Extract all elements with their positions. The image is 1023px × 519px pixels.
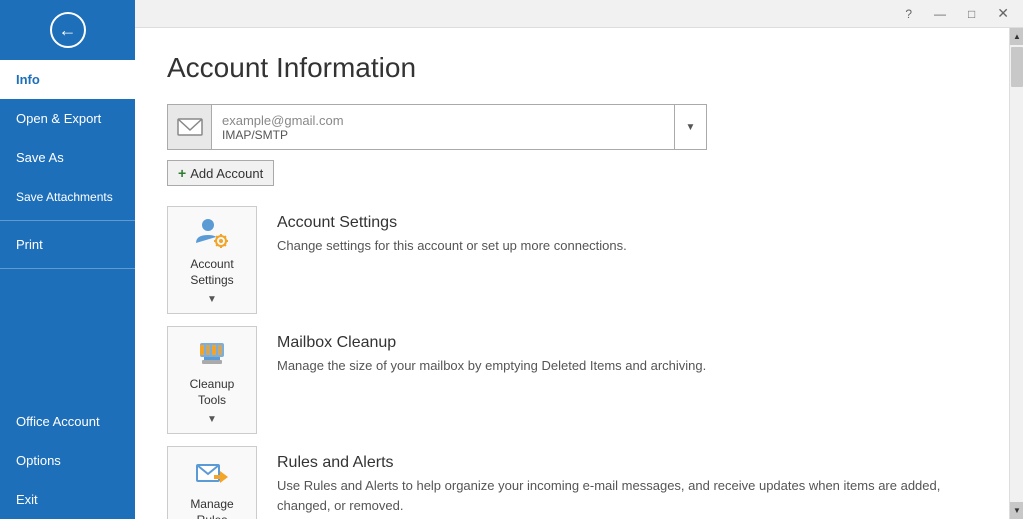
add-account-label: Add Account xyxy=(190,166,263,181)
rules-alerts-description: Rules and Alerts Use Rules and Alerts to… xyxy=(257,446,977,519)
sidebar-item-save-attachments-label: Save Attachments xyxy=(16,190,113,204)
sidebar-item-exit-label: Exit xyxy=(16,492,38,507)
sidebar-item-save-attachments[interactable]: Save Attachments xyxy=(0,177,135,216)
account-settings-dropdown-arrow: ▼ xyxy=(207,294,217,305)
content-scroll: Account Information example@gmail.com IM… xyxy=(135,28,1009,519)
cleanup-tools-icon xyxy=(194,335,230,371)
sidebar: ← Info Open & Export Save As Save Attach… xyxy=(0,0,135,519)
cleanup-tools-section: CleanupTools ▼ Mailbox Cleanup Manage th… xyxy=(167,326,977,434)
account-info: example@gmail.com IMAP/SMTP xyxy=(212,109,674,146)
account-type: IMAP/SMTP xyxy=(222,128,664,142)
cleanup-tools-button[interactable]: CleanupTools ▼ xyxy=(167,326,257,434)
sidebar-item-info[interactable]: Info xyxy=(0,60,135,99)
help-button[interactable]: ? xyxy=(899,5,918,23)
plus-icon: + xyxy=(178,165,186,181)
add-account-button[interactable]: + Add Account xyxy=(167,160,274,186)
account-settings-title: Account Settings xyxy=(277,214,957,232)
sidebar-item-save-as[interactable]: Save As xyxy=(0,138,135,177)
sidebar-item-print-label: Print xyxy=(16,237,43,252)
back-button[interactable]: ← xyxy=(0,0,135,60)
scroll-up-button[interactable]: ▲ xyxy=(1010,28,1023,45)
cleanup-tools-dropdown-arrow: ▼ xyxy=(207,414,217,425)
minimize-button[interactable]: — xyxy=(928,5,952,23)
cleanup-tools-description: Mailbox Cleanup Manage the size of your … xyxy=(257,326,977,384)
sidebar-item-open-export[interactable]: Open & Export xyxy=(0,99,135,138)
rules-alerts-label: Manage Rules& Alerts xyxy=(174,497,250,519)
cleanup-tools-label: CleanupTools xyxy=(190,377,235,408)
account-settings-label: AccountSettings xyxy=(190,257,233,288)
account-settings-section: AccountSettings ▼ Account Settings Chang… xyxy=(167,206,977,314)
account-settings-button[interactable]: AccountSettings ▼ xyxy=(167,206,257,314)
scroll-down-button[interactable]: ▼ xyxy=(1010,502,1023,519)
account-settings-icon xyxy=(194,215,230,251)
rules-alerts-title: Rules and Alerts xyxy=(277,454,957,472)
sidebar-item-open-export-label: Open & Export xyxy=(16,111,101,126)
rules-alerts-button[interactable]: Manage Rules& Alerts xyxy=(167,446,257,519)
cleanup-tools-title: Mailbox Cleanup xyxy=(277,334,957,352)
account-icon xyxy=(176,113,204,141)
title-bar: ? — □ ✕ xyxy=(135,0,1023,28)
main-content: ? — □ ✕ Account Information example@gmai… xyxy=(135,0,1023,519)
sidebar-item-print[interactable]: Print xyxy=(0,225,135,264)
sidebar-item-save-as-label: Save As xyxy=(16,150,64,165)
account-settings-description: Account Settings Change settings for thi… xyxy=(257,206,977,264)
cleanup-tools-desc-text: Manage the size of your mailbox by empty… xyxy=(277,356,957,376)
scroll-thumb[interactable] xyxy=(1011,47,1023,87)
sidebar-item-exit[interactable]: Exit xyxy=(0,480,135,519)
content-area: Account Information example@gmail.com IM… xyxy=(135,28,1023,519)
account-selector[interactable]: example@gmail.com IMAP/SMTP ▼ xyxy=(167,104,707,150)
page-title: Account Information xyxy=(167,52,977,84)
back-arrow-icon: ← xyxy=(59,20,77,41)
rules-alerts-desc-text: Use Rules and Alerts to help organize yo… xyxy=(277,476,957,515)
sidebar-item-options[interactable]: Options xyxy=(0,441,135,480)
sidebar-item-options-label: Options xyxy=(16,453,61,468)
account-settings-desc-text: Change settings for this account or set … xyxy=(277,236,957,256)
rules-alerts-icon xyxy=(194,455,230,491)
back-circle-icon: ← xyxy=(50,12,86,48)
sidebar-item-office-account[interactable]: Office Account xyxy=(0,402,135,441)
rules-alerts-section: Manage Rules& Alerts Rules and Alerts Us… xyxy=(167,446,977,519)
account-dropdown-button[interactable]: ▼ xyxy=(674,105,706,149)
scrollbar[interactable]: ▲ ▼ xyxy=(1009,28,1023,519)
close-button[interactable]: ✕ xyxy=(991,3,1015,24)
account-email: example@gmail.com xyxy=(222,113,664,128)
maximize-button[interactable]: □ xyxy=(962,5,981,23)
account-icon-box xyxy=(168,105,212,149)
sidebar-item-info-label: Info xyxy=(16,72,40,87)
scroll-track[interactable] xyxy=(1010,45,1023,502)
sidebar-item-office-account-label: Office Account xyxy=(16,414,100,429)
